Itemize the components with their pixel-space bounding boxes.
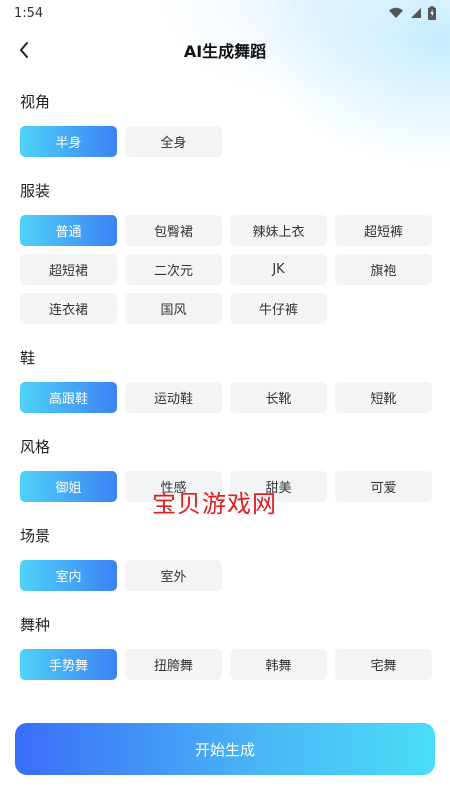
section-title: 鞋	[20, 349, 36, 367]
option-section: 风格御姐 性感 甜美 可爱	[20, 433, 432, 502]
option-chip[interactable]: 可爱	[335, 471, 432, 502]
option-chip[interactable]: 普通	[20, 215, 117, 246]
option-chip[interactable]: 韩舞	[230, 649, 327, 680]
option-chip[interactable]: JK	[230, 254, 327, 285]
option-chip[interactable]: 高跟鞋	[20, 382, 117, 413]
option-chip[interactable]: 旗袍	[335, 254, 432, 285]
option-section: 视角半身 全身	[20, 88, 432, 157]
option-chip[interactable]: 全身	[125, 126, 222, 157]
option-chip[interactable]: 宅舞	[335, 649, 432, 680]
status-time: 1:54	[14, 5, 44, 21]
options-container: 视角半身 全身服装普通 包臀裙 辣妹上衣 超短裤超短裙 二次元 JK 旗袍连衣裙 国风 牛仔裤鞋高…	[20, 88, 432, 700]
option-chips: 御姐 性感 甜美 可爱	[20, 471, 432, 502]
option-chip[interactable]: 甜美	[230, 471, 327, 502]
status-icons	[388, 6, 436, 20]
status-bar: 1:54	[0, 0, 450, 26]
option-chip[interactable]: 运动鞋	[125, 382, 222, 413]
option-chip[interactable]: 超短裤	[335, 215, 432, 246]
option-section: 服装普通 包臀裙 辣妹上衣 超短裤超短裙 二次元 JK 旗袍连衣裙 国风 牛仔裤	[20, 177, 432, 324]
option-chips: 高跟鞋 运动鞋 长靴 短靴	[20, 382, 432, 413]
option-chips: 室内 室外	[20, 560, 432, 591]
section-title: 舞种	[20, 616, 51, 634]
section-title: 风格	[20, 438, 51, 456]
page-title: AI生成舞蹈	[183, 42, 267, 61]
option-chip[interactable]: 短靴	[335, 382, 432, 413]
option-chip[interactable]: 牛仔裤	[230, 293, 327, 324]
option-chip[interactable]: 包臀裙	[125, 215, 222, 246]
start-generate-button[interactable]: 开始生成	[15, 723, 435, 775]
option-chips: 手势舞 扭胯舞 韩舞 宅舞	[20, 649, 432, 680]
option-chip[interactable]: 二次元	[125, 254, 222, 285]
option-chip[interactable]: 国风	[125, 293, 222, 324]
start-generate-label: 开始生成	[194, 740, 255, 759]
option-section: 舞种手势舞 扭胯舞 韩舞 宅舞	[20, 611, 432, 680]
option-chip[interactable]: 扭胯舞	[125, 649, 222, 680]
option-chip[interactable]: 超短裙	[20, 254, 117, 285]
option-chip[interactable]: 辣妹上衣	[230, 215, 327, 246]
option-chip[interactable]: 御姐	[20, 471, 117, 502]
option-chip[interactable]: 室外	[125, 560, 222, 591]
header: AI生成舞蹈	[0, 30, 450, 70]
option-chip[interactable]: 长靴	[230, 382, 327, 413]
option-chip[interactable]: 手势舞	[20, 649, 117, 680]
battery-icon	[428, 6, 436, 20]
wifi-icon	[389, 7, 403, 18]
section-title: 视角	[20, 93, 51, 111]
option-section: 场景室内 室外	[20, 522, 432, 591]
option-chip[interactable]: 室内	[20, 560, 117, 591]
back-arrow-icon	[20, 42, 28, 58]
option-chip[interactable]: 性感	[125, 471, 222, 502]
option-section: 鞋高跟鞋 运动鞋 长靴 短靴	[20, 344, 432, 413]
option-chips: 半身 全身	[20, 126, 432, 157]
signal-icon	[411, 8, 421, 18]
option-chip[interactable]: 半身	[20, 126, 117, 157]
section-title: 服装	[20, 182, 51, 200]
section-title: 场景	[20, 527, 51, 545]
back-button[interactable]	[10, 36, 38, 64]
option-chip[interactable]: 连衣裙	[20, 293, 117, 324]
option-chips: 普通 包臀裙 辣妹上衣 超短裤超短裙 二次元 JK 旗袍连衣裙 国风 牛仔裤	[20, 215, 432, 324]
